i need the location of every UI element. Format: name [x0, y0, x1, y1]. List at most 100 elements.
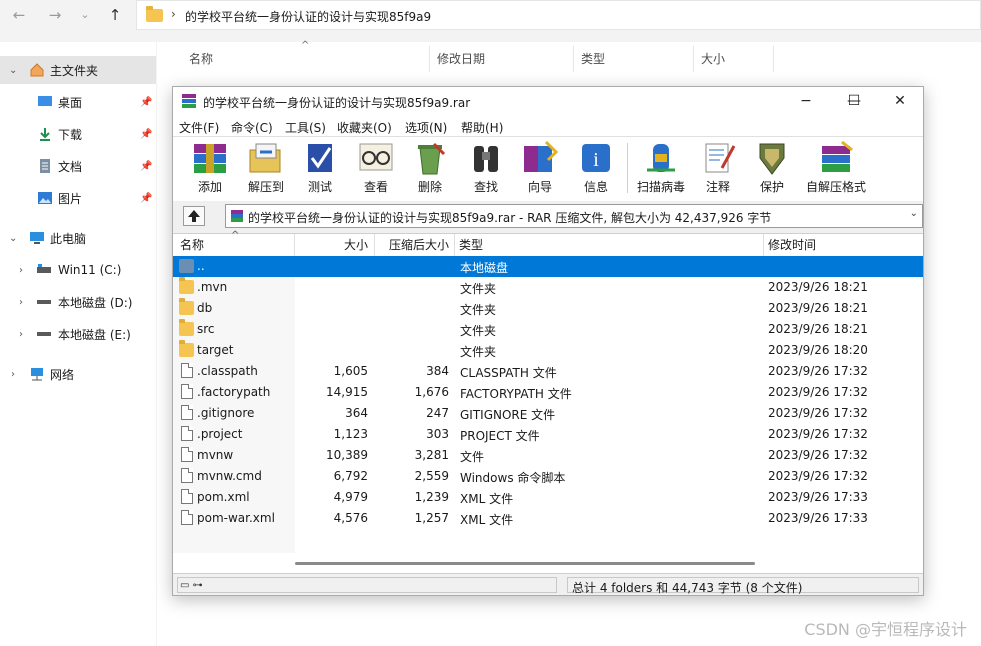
pin-icon[interactable]: 📌	[140, 161, 152, 172]
column-divider[interactable]	[429, 46, 430, 72]
recent-dropdown-icon[interactable]: ⌄	[74, 5, 96, 25]
svg-text:i: i	[593, 149, 599, 171]
chevron-right-icon[interactable]: ›	[19, 329, 23, 340]
menu-file[interactable]: 文件(F)	[179, 119, 219, 136]
table-row[interactable]: pom-war.xml 4,576 1,257 XML 文件 2023/9/26 17:…	[173, 508, 923, 529]
file-name: target	[197, 343, 234, 357]
pin-icon[interactable]: 📌	[140, 193, 152, 204]
sidebar-item-drive-e[interactable]: › 本地磁盘 (E:)	[0, 320, 156, 348]
winrar-window: 的学校平台统一身份认证的设计与实现85f9a9.rar — − ☐ ✕ 文件(F…	[172, 86, 924, 596]
extract-to-button[interactable]: 解压到	[241, 140, 291, 198]
archive-path-dropdown[interactable]: 的学校平台统一身份认证的设计与实现85f9a9.rar - RAR 压缩文件, …	[225, 204, 923, 228]
forward-arrow-icon[interactable]: →	[44, 5, 66, 25]
test-button[interactable]: 测试	[297, 140, 343, 198]
sidebar-item-downloads[interactable]: 下载 📌	[0, 120, 156, 148]
explorer-column-size[interactable]: 大小	[701, 50, 725, 67]
column-divider[interactable]	[773, 46, 774, 72]
sidebar-item-label: 本地磁盘 (D:)	[58, 295, 133, 310]
sidebar-item-drive-d[interactable]: › 本地磁盘 (D:)	[0, 288, 156, 316]
file-packed-size: 2,559	[414, 469, 449, 483]
minimize-icon[interactable]: −	[783, 87, 829, 115]
chevron-down-icon[interactable]: ⌄	[9, 233, 17, 244]
winrar-title-bar[interactable]: 的学校平台统一身份认证的设计与实现85f9a9.rar — − ☐ ✕	[173, 87, 923, 115]
up-one-level-button[interactable]	[183, 206, 205, 226]
menu-options[interactable]: 选项(N)	[405, 119, 447, 136]
sidebar-item-this-pc[interactable]: ⌄ 此电脑	[0, 224, 156, 252]
up-arrow-icon[interactable]: ↑	[104, 5, 126, 25]
chevron-down-icon[interactable]: ⌄	[910, 208, 918, 219]
home-icon	[30, 63, 44, 77]
delete-button[interactable]: 删除	[407, 140, 453, 198]
view-button[interactable]: 查看	[351, 140, 401, 198]
chevron-right-icon[interactable]: ›	[19, 265, 23, 276]
table-row[interactable]: .. 本地磁盘	[173, 256, 923, 277]
column-divider[interactable]	[693, 46, 694, 72]
scan-virus-button[interactable]: 扫描病毒	[633, 140, 689, 198]
horizontal-scrollbar[interactable]	[173, 553, 923, 573]
file-name: src	[197, 322, 215, 336]
file-size: 14,915	[326, 385, 368, 399]
file-icon	[181, 405, 193, 420]
column-header-modified[interactable]: 修改时间	[768, 234, 816, 256]
file-modified: 2023/9/26 17:32	[768, 427, 868, 441]
explorer-column-modified[interactable]: 修改日期	[437, 50, 485, 67]
maximize-button[interactable]: ☐	[831, 87, 877, 115]
explorer-address-bar[interactable]: › 的学校平台统一身份认证的设计与实现85f9a9	[136, 0, 981, 30]
pin-icon[interactable]: 📌	[140, 97, 152, 108]
back-arrow-icon[interactable]: ←	[8, 5, 30, 25]
protect-button[interactable]: 保护	[747, 140, 797, 198]
table-row[interactable]: target 文件夹 2023/9/26 18:20	[173, 340, 923, 361]
table-row[interactable]: .gitignore 364 247 GITIGNORE 文件 2023/9/26 17…	[173, 403, 923, 424]
close-button[interactable]: ✕	[877, 87, 923, 115]
watermark-text: CSDN @宇恒程序设计	[804, 620, 967, 639]
sidebar-item-documents[interactable]: 文档 📌	[0, 152, 156, 180]
table-row[interactable]: .classpath 1,605 384 CLASSPATH 文件 2023/9/26 …	[173, 361, 923, 382]
table-row[interactable]: db 文件夹 2023/9/26 18:21	[173, 298, 923, 319]
explorer-navigation-bar: ← → ⌄ ↑ › 的学校平台统一身份认证的设计与实现85f9a9	[0, 0, 981, 30]
menu-help[interactable]: 帮助(H)	[461, 119, 503, 136]
sfx-button[interactable]: 自解压格式	[801, 140, 871, 198]
drive-key-icon[interactable]: ▭ ⊶	[180, 580, 203, 591]
network-icon	[31, 368, 43, 381]
explorer-column-type[interactable]: 类型	[581, 50, 605, 67]
sidebar-item-desktop[interactable]: 桌面 📌	[0, 88, 156, 116]
table-row[interactable]: .project 1,123 303 PROJECT 文件 2023/9/26 17:3…	[173, 424, 923, 445]
table-row[interactable]: .factorypath 14,915 1,676 FACTORYPATH 文件 202…	[173, 382, 923, 403]
column-divider[interactable]	[763, 234, 764, 256]
file-packed-size: 384	[426, 364, 449, 378]
table-row[interactable]: src 文件夹 2023/9/26 18:21	[173, 319, 923, 340]
sidebar-item-home[interactable]: ⌄ 主文件夹	[0, 56, 156, 84]
sidebar-item-pictures[interactable]: 图片 📌	[0, 184, 156, 212]
column-divider[interactable]	[573, 46, 574, 72]
menu-commands[interactable]: 命令(C)	[231, 119, 273, 136]
file-name: .gitignore	[197, 406, 255, 420]
up-arrow-icon	[188, 210, 200, 222]
table-row[interactable]: pom.xml 4,979 1,239 XML 文件 2023/9/26 17:33	[173, 487, 923, 508]
sidebar-item-network[interactable]: › 网络	[0, 360, 156, 388]
pin-icon[interactable]: 📌	[140, 129, 152, 140]
menu-favorites[interactable]: 收藏夹(O)	[337, 119, 392, 136]
column-header-size[interactable]: 大小	[294, 234, 368, 256]
table-row[interactable]: mvnw.cmd 6,792 2,559 Windows 命令脚本 2023/9/26 …	[173, 466, 923, 487]
find-button[interactable]: 查找	[461, 140, 511, 198]
table-row[interactable]: .mvn 文件夹 2023/9/26 18:21	[173, 277, 923, 298]
explorer-column-name[interactable]: 名称	[189, 50, 213, 67]
add-button[interactable]: 添加	[185, 140, 235, 198]
chevron-right-icon[interactable]: ›	[19, 297, 23, 308]
column-header-packed[interactable]: 压缩后大小	[374, 234, 449, 256]
column-header-type[interactable]: 类型	[459, 234, 483, 256]
scrollbar-thumb[interactable]	[295, 562, 755, 565]
wizard-button[interactable]: 向导	[515, 140, 565, 198]
menu-tools[interactable]: 工具(S)	[285, 119, 326, 136]
sidebar-item-drive-c[interactable]: › Win11 (C:)	[0, 256, 156, 284]
column-divider[interactable]	[454, 234, 455, 256]
chevron-right-icon[interactable]: ›	[11, 369, 15, 380]
info-button[interactable]: i 信息	[571, 140, 621, 198]
chevron-down-icon[interactable]: ⌄	[9, 65, 17, 76]
test-icon	[308, 144, 332, 172]
column-header-name[interactable]: 名称	[180, 234, 204, 256]
archive-path-text: 的学校平台统一身份认证的设计与实现85f9a9.rar - RAR 压缩文件, …	[248, 211, 772, 225]
comment-button[interactable]: 注释	[693, 140, 743, 198]
table-row[interactable]: mvnw 10,389 3,281 文件 2023/9/26 17:32	[173, 445, 923, 466]
file-size: 1,123	[333, 427, 368, 441]
